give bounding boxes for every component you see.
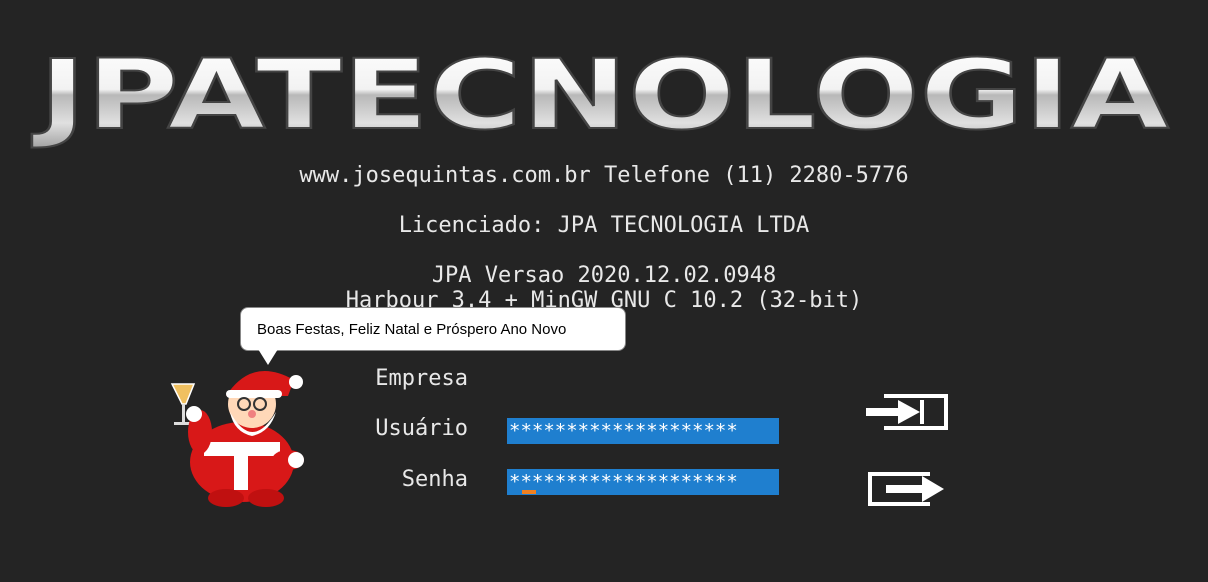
exit-arrow-icon[interactable] bbox=[864, 468, 950, 508]
usuario-label: Usuário bbox=[375, 416, 468, 441]
version-line: JPA Versao 2020.12.02.0948 bbox=[431, 263, 777, 288]
text-cursor bbox=[522, 490, 536, 494]
usuario-field[interactable]: ******************** bbox=[507, 418, 779, 444]
empresa-label: Empresa bbox=[375, 366, 468, 391]
license-line: Licenciado: JPA TECNOLOGIA LTDA bbox=[398, 213, 810, 238]
santa-claus-icon bbox=[170, 371, 304, 507]
login-arrow-icon[interactable] bbox=[864, 392, 950, 432]
senha-label: Senha bbox=[401, 467, 468, 492]
contact-line: www.josequintas.com.br Telefone (11) 228… bbox=[299, 163, 909, 188]
greeting-bubble: Boas Festas, Feliz Natal e Próspero Ano … bbox=[240, 307, 626, 351]
senha-field[interactable]: ******************** bbox=[507, 469, 779, 495]
jpa-tecnologia-logo: JPATECNOLOGIA bbox=[30, 38, 1170, 150]
logo-text: JPATECNOLOGIA bbox=[31, 39, 1169, 150]
